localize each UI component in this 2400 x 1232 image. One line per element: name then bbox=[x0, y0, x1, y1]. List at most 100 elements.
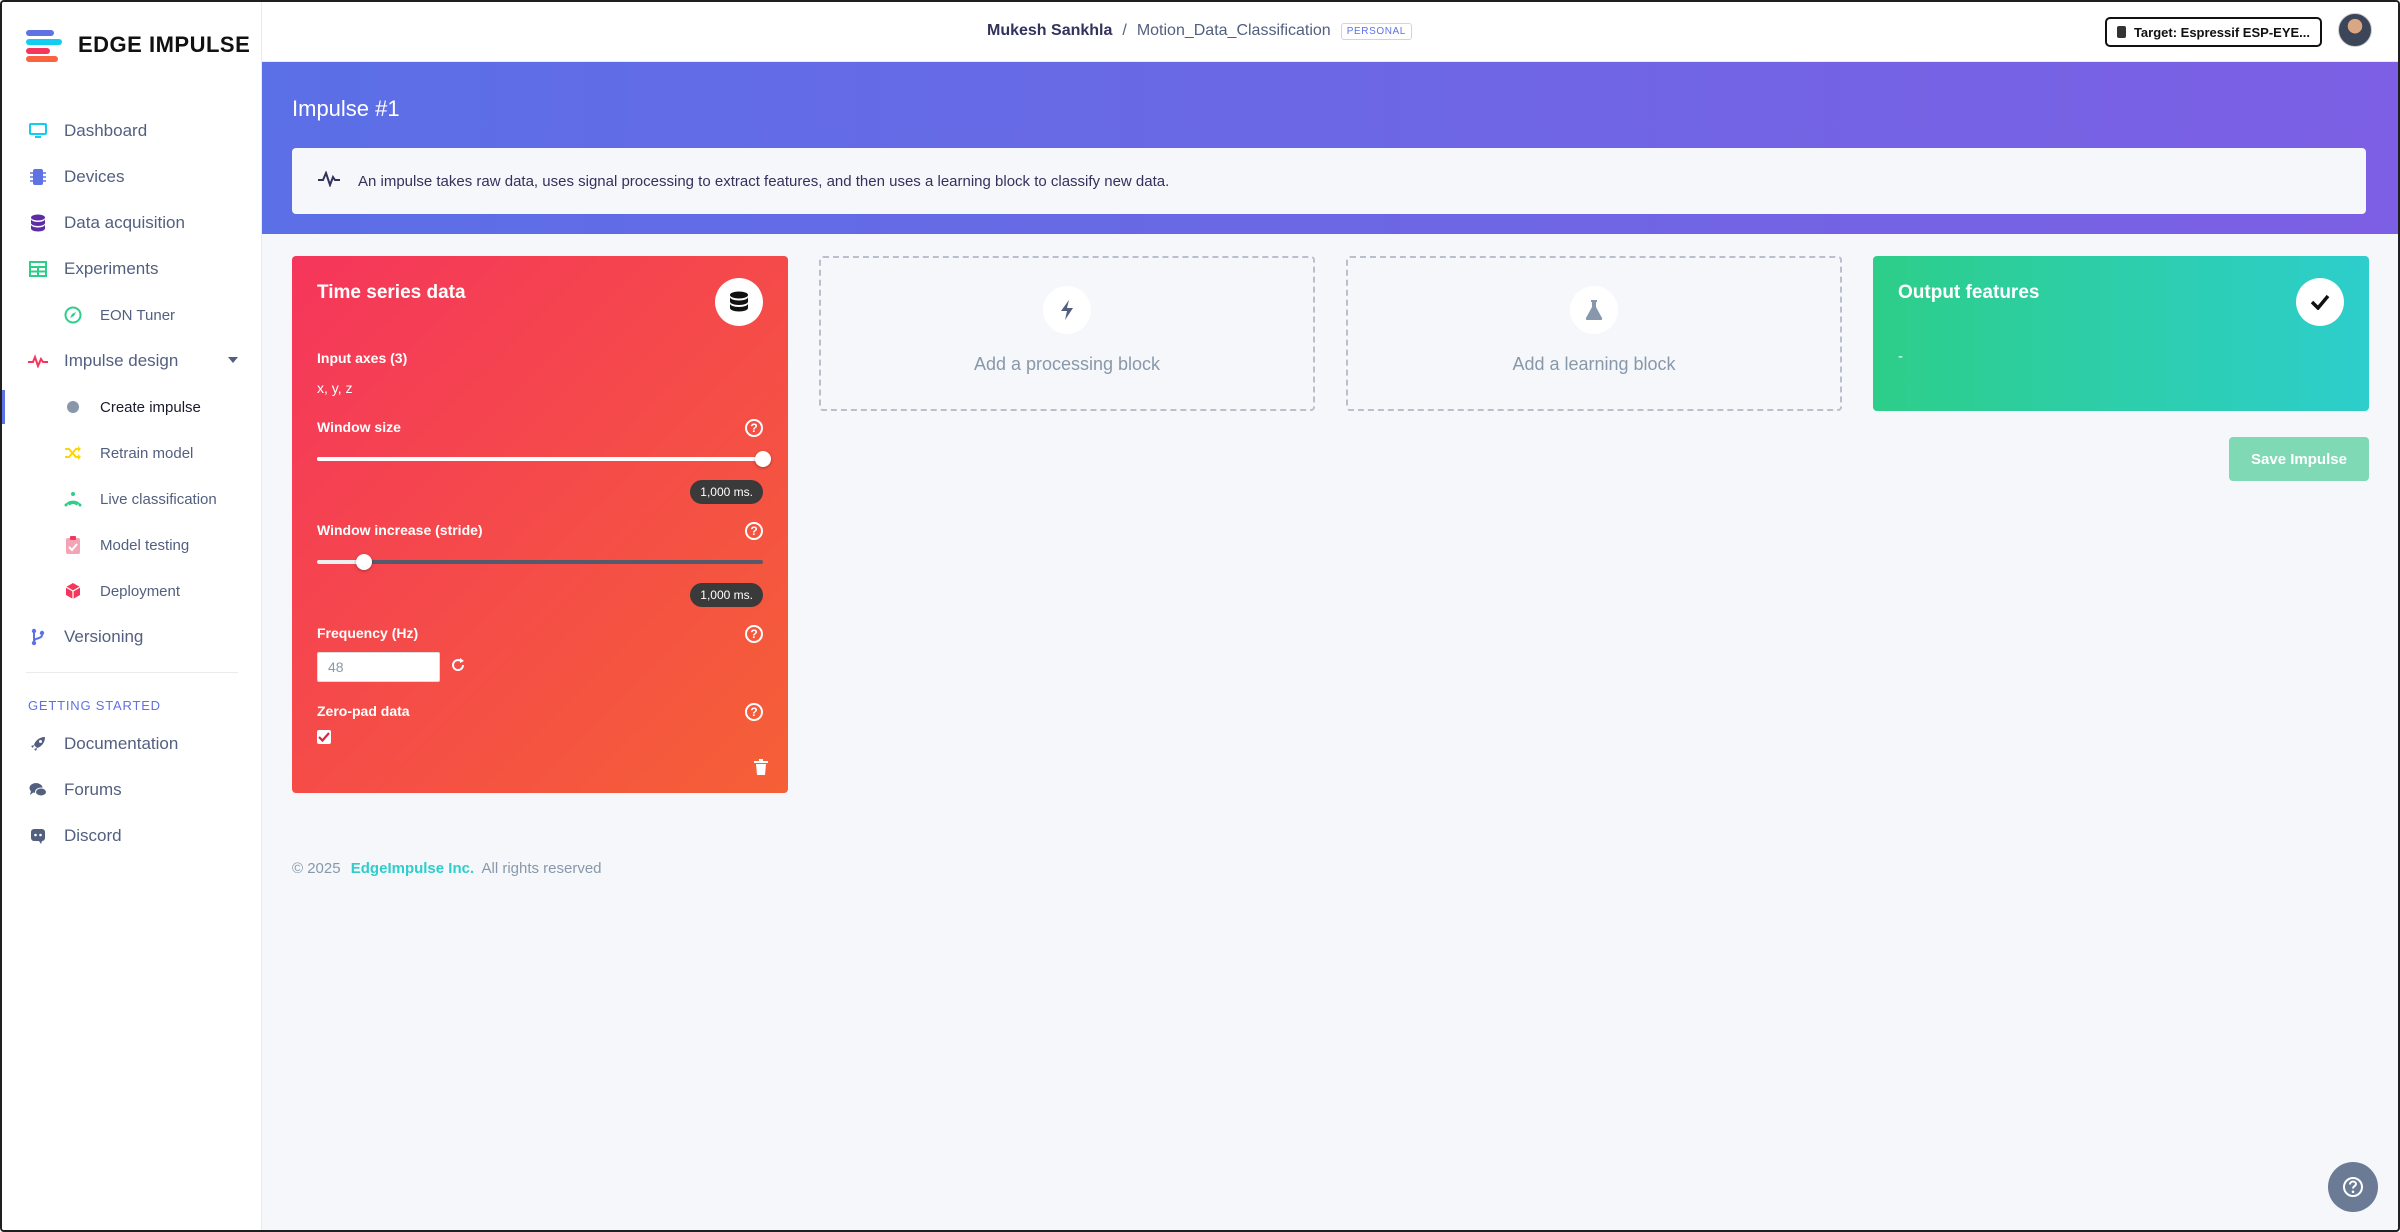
clipboard-check-icon bbox=[64, 536, 82, 554]
block-title: Output features bbox=[1898, 282, 2040, 303]
footer-copyright: © 2025 bbox=[292, 860, 341, 877]
sidebar-item-label: Devices bbox=[64, 167, 125, 186]
frequency-label: Frequency (Hz) bbox=[317, 625, 419, 641]
pulse-icon bbox=[318, 169, 340, 192]
dot-icon bbox=[64, 398, 82, 416]
user-avatar[interactable] bbox=[2338, 13, 2372, 47]
sidebar-item-label: Create impulse bbox=[100, 398, 201, 416]
rocket-icon bbox=[28, 734, 48, 754]
database-icon bbox=[28, 213, 48, 233]
breadcrumb-project[interactable]: Motion_Data_Classification bbox=[1137, 22, 1331, 40]
sidebar-item-devices[interactable]: Devices bbox=[2, 154, 262, 200]
check-icon bbox=[2296, 278, 2344, 326]
add-learning-block-label: Add a learning block bbox=[1512, 354, 1676, 374]
sidebar-item-dashboard[interactable]: Dashboard bbox=[2, 108, 262, 154]
zero-pad-checkbox[interactable] bbox=[317, 730, 331, 744]
sidebar-item-data-acquisition[interactable]: Data acquisition bbox=[2, 200, 262, 246]
info-banner: An impulse takes raw data, uses signal p… bbox=[292, 148, 2366, 214]
trash-icon[interactable] bbox=[754, 759, 768, 775]
comments-icon bbox=[28, 780, 48, 800]
compass-icon bbox=[64, 306, 82, 324]
sidebar-item-discord[interactable]: Discord bbox=[2, 813, 262, 859]
target-device-label: Target: Espressif ESP-EYE... bbox=[2133, 24, 2310, 40]
sidebar-item-label: Forums bbox=[64, 780, 122, 799]
page-header: Impulse #1 An impulse takes raw data, us… bbox=[262, 62, 2398, 234]
monitor-icon bbox=[28, 121, 48, 141]
sidebar-nav: Dashboard Devices Data acquisition Exper… bbox=[2, 108, 262, 859]
sidebar-item-label: Data acquisition bbox=[64, 213, 185, 232]
branch-icon bbox=[28, 627, 48, 647]
sidebar-item-retrain-model[interactable]: Retrain model bbox=[2, 430, 262, 476]
output-features-block: Output features - bbox=[1873, 256, 2369, 411]
footer-company-link[interactable]: EdgeImpulse Inc. bbox=[351, 860, 474, 877]
sidebar-divider bbox=[26, 672, 238, 673]
breadcrumb-user[interactable]: Mukesh Sankhla bbox=[987, 22, 1112, 40]
table-icon bbox=[28, 259, 48, 279]
chevron-down-icon bbox=[228, 357, 238, 363]
time-series-input-block: Time series data Input axes (3) x, y, z … bbox=[292, 256, 788, 793]
window-size-slider[interactable] bbox=[317, 451, 771, 467]
cube-icon bbox=[64, 582, 82, 600]
add-processing-block[interactable]: Add a processing block bbox=[819, 256, 1315, 411]
shuffle-icon bbox=[64, 444, 82, 462]
discord-icon bbox=[28, 826, 48, 846]
sidebar-item-forums[interactable]: Forums bbox=[2, 767, 262, 813]
signal-icon bbox=[64, 490, 82, 508]
sidebar-item-label: Discord bbox=[64, 826, 122, 845]
slider-handle[interactable] bbox=[755, 451, 771, 467]
input-axes-value: x, y, z bbox=[317, 380, 353, 396]
sidebar-item-label: Live classification bbox=[100, 490, 217, 508]
help-icon[interactable]: ? bbox=[745, 703, 763, 721]
breadcrumb: Mukesh Sankhla / Motion_Data_Classificat… bbox=[987, 22, 1412, 40]
page-title: Impulse #1 bbox=[292, 96, 400, 121]
sidebar-section-title: GETTING STARTED bbox=[28, 698, 161, 713]
save-impulse-button[interactable]: Save Impulse bbox=[2229, 437, 2369, 481]
help-button[interactable] bbox=[2328, 1162, 2378, 1212]
database-icon bbox=[715, 278, 763, 326]
sidebar-item-label: Documentation bbox=[64, 734, 179, 753]
window-size-label: Window size bbox=[317, 419, 401, 435]
sidebar-item-model-testing[interactable]: Model testing bbox=[2, 522, 262, 568]
sidebar: EDGE IMPULSE Dashboard Devices Data acqu… bbox=[2, 2, 262, 1230]
sidebar-item-versioning[interactable]: Versioning bbox=[2, 614, 262, 660]
refresh-icon[interactable] bbox=[450, 657, 466, 673]
target-device-button[interactable]: Target: Espressif ESP-EYE... bbox=[2104, 17, 2322, 47]
add-learning-block[interactable]: Add a learning block bbox=[1346, 256, 1842, 411]
stride-slider[interactable] bbox=[317, 554, 763, 570]
sidebar-item-label: Dashboard bbox=[64, 121, 148, 140]
sidebar-item-experiments[interactable]: Experiments bbox=[2, 246, 262, 292]
edge-impulse-logo-icon bbox=[26, 28, 66, 62]
help-icon[interactable]: ? bbox=[745, 522, 763, 540]
sidebar-item-label: Retrain model bbox=[100, 444, 194, 462]
sidebar-item-impulse-design[interactable]: Impulse design bbox=[2, 338, 262, 384]
sidebar-item-create-impulse[interactable]: Create impulse bbox=[2, 384, 262, 430]
input-axes-label: Input axes (3) bbox=[317, 350, 408, 366]
sidebar-item-deployment[interactable]: Deployment bbox=[2, 568, 262, 614]
sidebar-item-live-classification[interactable]: Live classification bbox=[2, 476, 262, 522]
help-icon[interactable]: ? bbox=[745, 625, 763, 643]
sidebar-item-eon-tuner[interactable]: EON Tuner bbox=[2, 292, 262, 338]
logo[interactable]: EDGE IMPULSE bbox=[26, 28, 250, 62]
check-icon bbox=[318, 732, 330, 742]
project-type-badge: PERSONAL bbox=[1340, 22, 1412, 40]
help-icon[interactable]: ? bbox=[745, 419, 763, 437]
app-window: EDGE IMPULSE Dashboard Devices Data acqu… bbox=[0, 0, 2400, 1232]
window-size-value: 1,000 ms. bbox=[690, 480, 763, 504]
top-bar: Mukesh Sankhla / Motion_Data_Classificat… bbox=[262, 2, 2398, 62]
chip-icon bbox=[28, 167, 48, 187]
footer: © 2025 EdgeImpulse Inc. All rights reser… bbox=[292, 860, 602, 877]
info-text: An impulse takes raw data, uses signal p… bbox=[358, 172, 1170, 190]
slider-fill bbox=[317, 457, 763, 461]
sidebar-item-label: Deployment bbox=[100, 582, 181, 600]
sidebar-item-label: EON Tuner bbox=[100, 306, 176, 324]
sidebar-item-documentation[interactable]: Documentation bbox=[2, 721, 262, 767]
sidebar-item-label: Model testing bbox=[100, 536, 190, 554]
chip-icon bbox=[2116, 26, 2126, 38]
frequency-input[interactable]: 48 bbox=[317, 652, 440, 682]
block-title: Time series data bbox=[317, 282, 466, 303]
slider-handle[interactable] bbox=[355, 554, 372, 570]
sidebar-item-label: Experiments bbox=[64, 259, 159, 278]
add-processing-block-label: Add a processing block bbox=[973, 354, 1161, 374]
pulse-icon bbox=[28, 351, 48, 371]
zero-pad-label: Zero-pad data bbox=[317, 703, 410, 719]
